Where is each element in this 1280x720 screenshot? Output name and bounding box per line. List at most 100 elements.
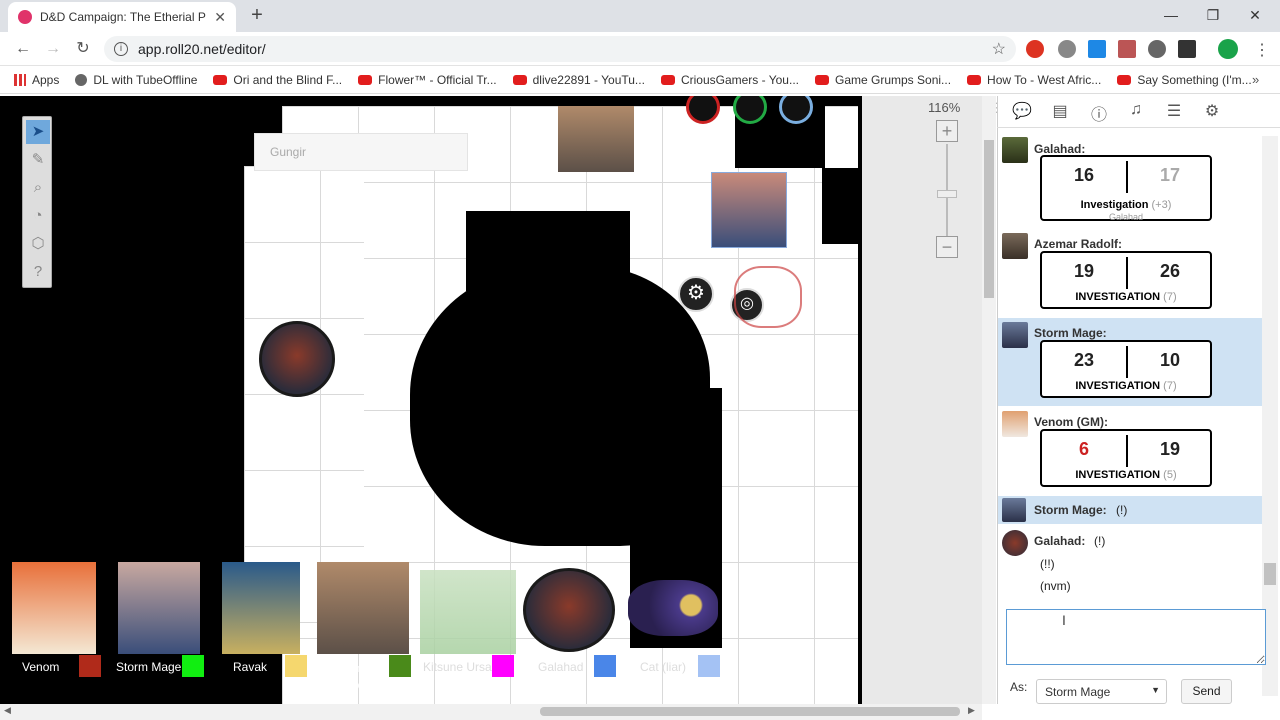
chat-input[interactable] bbox=[1006, 609, 1266, 665]
player-portrait[interactable] bbox=[317, 562, 409, 654]
card-list-icon[interactable]: ☰ bbox=[1162, 101, 1186, 123]
bookmark-item[interactable]: Apps bbox=[14, 73, 59, 87]
scroll-left-icon[interactable]: ◀ bbox=[4, 705, 11, 716]
map-gutter bbox=[862, 96, 982, 704]
map-text-label[interactable]: Gungir bbox=[254, 133, 468, 171]
player-name: Azemar Radolf bbox=[332, 661, 374, 692]
player-color-swatch[interactable] bbox=[698, 655, 720, 677]
token-settings-gear-icon[interactable]: ⚙ bbox=[678, 276, 714, 312]
download-icon[interactable] bbox=[1178, 40, 1196, 58]
bookmark-item[interactable]: Say Something (I'm... bbox=[1117, 73, 1252, 87]
dice-icon[interactable]: ⬡ bbox=[26, 232, 50, 256]
send-button[interactable]: Send bbox=[1181, 679, 1232, 704]
chat-scroll-thumb[interactable] bbox=[1264, 563, 1276, 585]
player-color-swatch[interactable] bbox=[79, 655, 101, 677]
bookmark-item[interactable]: DL with TubeOffline bbox=[75, 73, 197, 87]
avatar bbox=[1002, 137, 1028, 163]
youtube-icon bbox=[1117, 74, 1132, 85]
power-extension-icon[interactable] bbox=[1218, 39, 1238, 59]
bookmark-item[interactable]: Game Grumps Soni... bbox=[815, 73, 951, 87]
minimize-icon[interactable]: — bbox=[1150, 0, 1192, 30]
bookmark-item[interactable]: dlive22891 - YouTu... bbox=[512, 73, 645, 87]
map-vertical-scroll-thumb[interactable] bbox=[984, 140, 994, 298]
zoom-magnifier-icon[interactable]: ⌕ bbox=[26, 176, 50, 200]
back-icon[interactable]: ← bbox=[13, 40, 33, 60]
extension-icon[interactable] bbox=[1058, 40, 1076, 58]
player-name: Cat (liar) bbox=[640, 660, 687, 674]
player-name: Venom bbox=[22, 660, 60, 674]
player-portrait[interactable] bbox=[118, 562, 200, 654]
settings-gear-icon[interactable]: ⚙ bbox=[1200, 101, 1224, 123]
roll-character-name: Galahad bbox=[1108, 212, 1144, 222]
jukebox-music-icon[interactable]: ♫ bbox=[1124, 101, 1148, 123]
download-extension-icon[interactable] bbox=[1088, 40, 1106, 58]
player-portrait[interactable] bbox=[222, 562, 300, 654]
bookmark-item[interactable]: Ori and the Blind F... bbox=[213, 73, 342, 87]
demon-token[interactable] bbox=[523, 568, 615, 652]
player-color-swatch[interactable] bbox=[389, 655, 411, 677]
player-portrait[interactable] bbox=[12, 562, 96, 654]
extension-icon[interactable] bbox=[1148, 40, 1166, 58]
forward-icon[interactable]: → bbox=[43, 40, 63, 60]
tab-title: D&D Campaign: The Etherial Pla bbox=[40, 10, 207, 24]
zoom-slider-handle[interactable] bbox=[937, 190, 957, 198]
journal-tab-icon[interactable]: ▤ bbox=[1048, 101, 1072, 123]
close-tab-icon[interactable]: ✕ bbox=[214, 9, 226, 26]
pdf-extension-icon[interactable] bbox=[1118, 40, 1136, 58]
map-scroll-thumb[interactable] bbox=[540, 707, 960, 716]
opera-extension-icon[interactable] bbox=[1026, 40, 1044, 58]
message-sender: Storm Mage: bbox=[1034, 326, 1107, 340]
wall-shadow bbox=[822, 168, 862, 244]
browser-tab[interactable]: D&D Campaign: The Etherial Pla ✕ bbox=[8, 2, 236, 32]
info-icon[interactable]: i bbox=[114, 42, 128, 56]
player-portrait[interactable] bbox=[628, 580, 718, 636]
character-token[interactable] bbox=[558, 106, 634, 172]
message-text: (nvm) bbox=[1040, 579, 1071, 593]
text-cursor-icon: I bbox=[1062, 612, 1066, 628]
omnibox[interactable]: i app.roll20.net/editor/ ☆ bbox=[104, 36, 1016, 62]
menu-dots-icon[interactable]: ⋮ bbox=[1254, 40, 1270, 60]
new-tab-button[interactable]: + bbox=[246, 4, 268, 28]
restore-icon[interactable]: ❐ bbox=[1192, 0, 1234, 30]
bookmark-item[interactable]: Flower™ - Official Tr... bbox=[358, 73, 497, 87]
player-name: Galahad bbox=[538, 660, 584, 674]
roll-result: 19 bbox=[1073, 261, 1095, 281]
compendium-info-icon[interactable]: ⓘ bbox=[1087, 101, 1111, 124]
bookmark-item[interactable]: CriousGamers - You... bbox=[660, 73, 799, 87]
zoom-in-button[interactable]: + bbox=[936, 120, 958, 142]
reload-icon[interactable]: ↻ bbox=[73, 40, 93, 60]
player-portrait[interactable] bbox=[420, 570, 516, 654]
youtube-icon bbox=[512, 74, 527, 85]
draw-brush-icon[interactable]: ✎ bbox=[26, 148, 50, 172]
player-color-swatch[interactable] bbox=[492, 655, 514, 677]
bookmark-item[interactable]: How To - West Afric... bbox=[967, 73, 1101, 87]
roll-template: 19 26 INVESTIGATION (7) bbox=[1040, 251, 1212, 309]
zoom-out-button[interactable]: − bbox=[936, 236, 958, 258]
select-pointer-icon[interactable]: ➤ bbox=[26, 120, 50, 144]
chat-message: Galahad: 16 17 Investigation (+3) Galaha… bbox=[998, 133, 1262, 229]
roll-result: 17 bbox=[1159, 165, 1181, 185]
selected-token[interactable] bbox=[711, 172, 787, 248]
star-icon[interactable]: ☆ bbox=[992, 39, 1006, 59]
measure-icon[interactable]: ◔ bbox=[26, 204, 50, 228]
roll-label: INVESTIGATION (7) bbox=[1075, 291, 1177, 303]
youtube-icon bbox=[967, 74, 982, 85]
globe-icon bbox=[75, 73, 88, 86]
player-color-swatch[interactable] bbox=[285, 655, 307, 677]
avatar bbox=[1002, 498, 1026, 522]
roll20-favicon-icon bbox=[18, 10, 32, 24]
red-drawing[interactable] bbox=[734, 266, 802, 328]
demon-token[interactable] bbox=[259, 321, 335, 397]
bookmarks-overflow-icon[interactable]: » bbox=[1252, 72, 1259, 87]
speaking-as-select[interactable]: Storm Mage ▼ bbox=[1036, 679, 1167, 704]
youtube-icon bbox=[660, 74, 675, 85]
player-color-swatch[interactable] bbox=[594, 655, 616, 677]
player-color-swatch[interactable] bbox=[182, 655, 204, 677]
player-name: Ravak bbox=[233, 660, 268, 674]
chat-message: Galahad: (!) (!!) (nvm) bbox=[998, 527, 1262, 599]
chat-message: Azemar Radolf: 19 26 INVESTIGATION (7) bbox=[998, 229, 1262, 317]
chat-tab-icon[interactable]: 💬 bbox=[1010, 101, 1034, 123]
close-window-icon[interactable]: ✕ bbox=[1234, 0, 1276, 30]
scroll-right-icon[interactable]: ▶ bbox=[968, 705, 975, 716]
help-icon[interactable]: ? bbox=[26, 260, 50, 284]
